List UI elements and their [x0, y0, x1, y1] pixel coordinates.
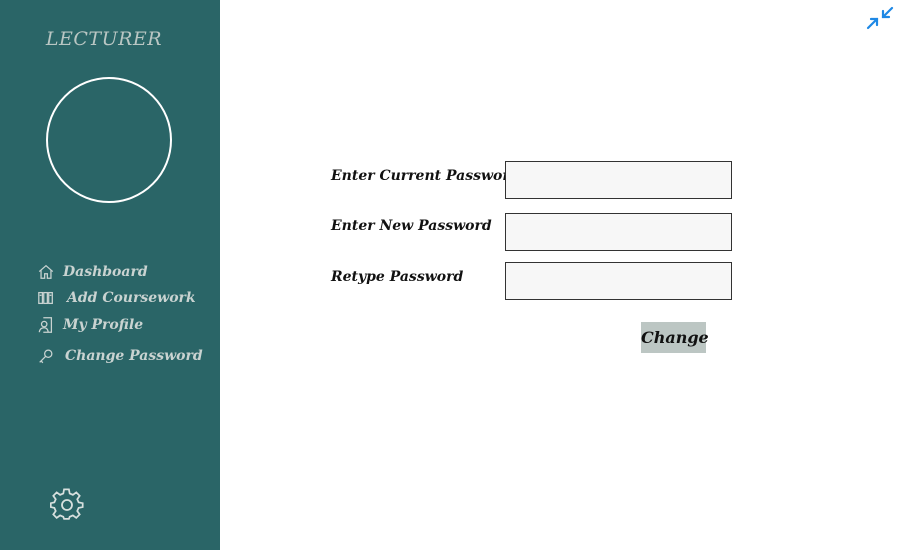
sidebar-item-label: Add Coursework: [67, 290, 196, 306]
retype-password-input[interactable]: [505, 262, 732, 300]
new-password-label: Enter New Password: [331, 218, 492, 234]
sidebar-item-dashboard[interactable]: Dashboard: [36, 261, 148, 283]
avatar: [46, 77, 172, 203]
sidebar-item-add-coursework[interactable]: Add Coursework: [36, 287, 196, 309]
new-password-input[interactable]: [505, 213, 732, 251]
books-icon: [36, 288, 56, 308]
change-password-button[interactable]: Change: [641, 322, 709, 353]
current-password-input[interactable]: [505, 161, 732, 199]
home-icon: [36, 262, 56, 282]
collapse-button[interactable]: [866, 5, 894, 31]
sidebar-item-my-profile[interactable]: My Profile: [36, 314, 143, 336]
profile-icon: [36, 315, 56, 335]
sidebar: LECTURER Dashboard Add Coursework My Pro…: [0, 0, 220, 550]
sidebar-item-change-password[interactable]: Change Password: [36, 345, 203, 367]
current-password-label: Enter Current Password: [331, 168, 520, 184]
collapse-arrows-icon: [866, 6, 894, 30]
role-title: LECTURER: [45, 28, 163, 50]
settings-gear-button[interactable]: [49, 488, 84, 522]
sidebar-item-label: My Profile: [63, 317, 144, 333]
retype-password-label: Retype Password: [331, 269, 464, 285]
sidebar-item-label: Dashboard: [63, 264, 148, 280]
key-icon: [36, 346, 56, 366]
sidebar-item-label: Change Password: [65, 348, 203, 364]
gear-icon: [49, 488, 84, 520]
